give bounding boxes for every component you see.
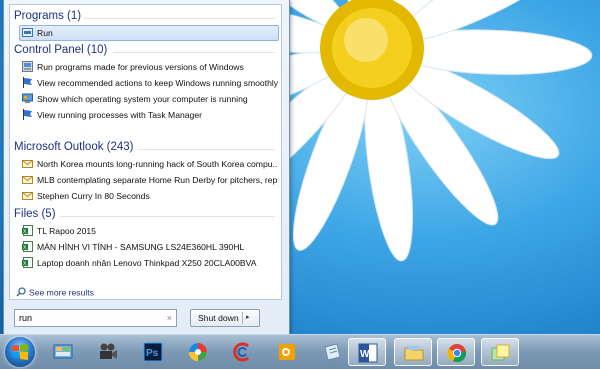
shutdown-options-arrow-icon[interactable]: ▸ — [246, 310, 250, 326]
shutdown-button[interactable]: Shut down ▸ — [190, 309, 260, 327]
result-label: TL Rapoo 2015 — [37, 226, 96, 236]
result-email[interactable]: North Korea mounts long-running hack of … — [20, 156, 278, 172]
notepad-icon — [324, 343, 341, 361]
taskbar-color-app[interactable] — [179, 338, 217, 366]
taskbar-notepad[interactable] — [313, 338, 351, 366]
action-center-flag-icon — [22, 77, 33, 89]
divider — [113, 52, 275, 53]
result-action-center[interactable]: View recommended actions to keep Windows… — [20, 75, 278, 91]
result-label: Show which operating system your compute… — [37, 94, 248, 104]
svg-text:W: W — [360, 349, 370, 360]
result-label: View recommended actions to keep Windows… — [37, 78, 278, 88]
result-compatibility[interactable]: Run programs made for previous versions … — [20, 59, 278, 75]
result-label: MLB contemplating separate Home Run Derb… — [37, 175, 278, 185]
ccleaner-icon — [233, 342, 249, 362]
task-manager-flag-icon — [22, 109, 33, 121]
excel-file-icon: X — [22, 241, 33, 253]
color-wheel-icon — [189, 343, 207, 361]
group-header-files[interactable]: Files (5) — [14, 208, 56, 220]
start-search-box[interactable]: × — [14, 309, 177, 327]
see-more-results-link[interactable]: See more results — [16, 287, 94, 299]
divider — [60, 216, 275, 217]
taskbar-video-app[interactable] — [89, 338, 127, 366]
divider — [138, 149, 275, 150]
email-icon — [22, 158, 33, 169]
result-run[interactable]: Run — [19, 25, 279, 41]
sticky-notes-icon — [491, 344, 510, 361]
taskbar-file-explorer[interactable] — [394, 338, 432, 366]
taskbar-photoshop[interactable]: Ps — [134, 338, 172, 366]
taskbar-outlook[interactable] — [268, 338, 306, 366]
search-input[interactable] — [15, 310, 159, 326]
outlook-icon — [279, 344, 295, 360]
video-camera-icon — [100, 343, 117, 359]
taskbar-sticky-notes[interactable] — [481, 338, 519, 366]
excel-file-icon: X — [22, 225, 33, 237]
start-menu: Programs (1) Run Control Panel (10) Run … — [3, 0, 290, 335]
group-header-outlook[interactable]: Microsoft Outlook (243) — [14, 141, 134, 153]
taskbar-chrome[interactable] — [437, 338, 475, 366]
group-header-programs[interactable]: Programs (1) — [14, 10, 81, 22]
group-header-control-panel[interactable]: Control Panel (10) — [14, 44, 107, 56]
search-icon — [16, 287, 26, 299]
result-task-manager[interactable]: View running processes with Task Manager — [20, 107, 278, 123]
file-explorer-icon — [404, 346, 424, 361]
windows-logo-icon — [12, 344, 28, 360]
result-label: MÀN HÌNH VI TÍNH - SAMSUNG LS24E360HL 39… — [37, 242, 245, 252]
result-file[interactable]: X TL Rapoo 2015 — [20, 223, 278, 239]
result-label: Run programs made for previous versions … — [37, 62, 244, 72]
shutdown-label: Shut down — [198, 313, 239, 323]
divider — [242, 312, 243, 324]
excel-file-icon: X — [22, 257, 33, 269]
result-email[interactable]: MLB contemplating separate Home Run Derb… — [20, 172, 278, 188]
taskbar: Ps W — [0, 334, 600, 369]
result-label: Run — [37, 28, 53, 38]
compatibility-icon — [22, 61, 33, 73]
result-file[interactable]: X MÀN HÌNH VI TÍNH - SAMSUNG LS24E360HL … — [20, 239, 278, 255]
taskbar-word[interactable]: W — [348, 338, 386, 366]
system-icon — [22, 93, 33, 104]
result-label: Laptop doanh nhân Lenovo Thinkpad X250 2… — [37, 258, 257, 268]
taskbar-ccleaner[interactable] — [224, 338, 262, 366]
word-icon: W — [358, 343, 378, 363]
photoshop-icon: Ps — [143, 342, 163, 362]
run-icon — [22, 27, 33, 38]
svg-text:Ps: Ps — [146, 348, 159, 359]
result-file[interactable]: X Laptop doanh nhân Lenovo Thinkpad X250… — [20, 255, 278, 271]
result-email[interactable]: Stephen Curry In 80 Seconds — [20, 188, 278, 204]
chrome-icon — [447, 344, 467, 363]
see-more-label: See more results — [29, 287, 94, 298]
result-label: Stephen Curry In 80 Seconds — [37, 191, 150, 201]
result-label: View running processes with Task Manager — [37, 110, 202, 120]
start-button[interactable] — [5, 337, 35, 367]
email-icon — [22, 174, 33, 185]
divider — [84, 18, 275, 19]
search-results-pane: Programs (1) Run Control Panel (10) Run … — [9, 4, 282, 300]
control-panel-icon — [53, 344, 73, 359]
result-system[interactable]: Show which operating system your compute… — [20, 91, 278, 107]
taskbar-control-panel[interactable] — [44, 338, 82, 366]
email-icon — [22, 190, 33, 201]
result-label: North Korea mounts long-running hack of … — [37, 159, 278, 169]
clear-search-icon[interactable]: × — [167, 310, 172, 326]
